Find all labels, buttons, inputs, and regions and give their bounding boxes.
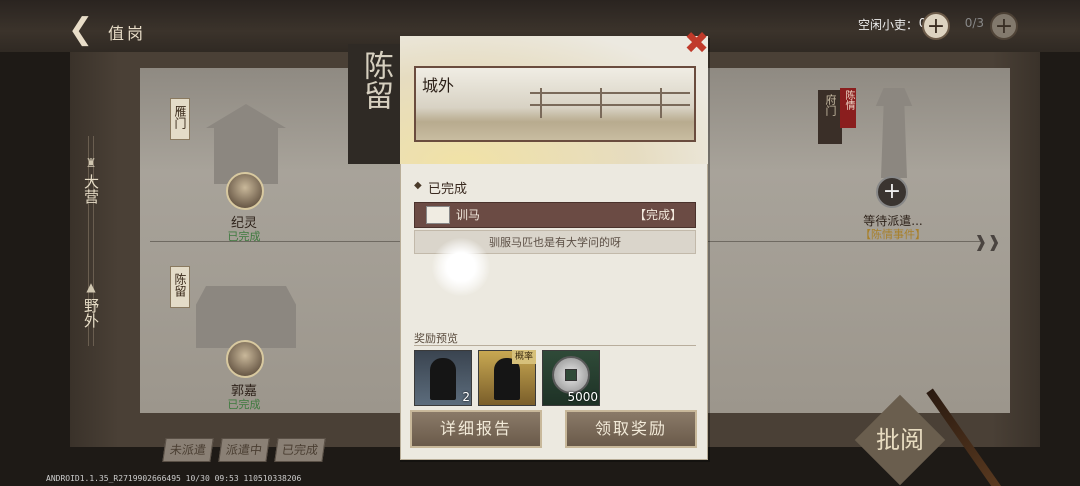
modal-city-label: 陈留 [358,50,393,110]
avatar[interactable] [226,340,264,378]
petition-tag: 陈情 [840,88,856,128]
scroll-icon [426,206,450,224]
fence-rail [530,92,690,94]
claim-reward-button[interactable]: 领取奖励 [565,410,697,448]
petition-tag-label: 陈情 [843,90,854,110]
approve-label: 批阅 [876,426,924,454]
modal-city-name: 陈留 [348,44,400,164]
touch-glow [432,238,490,296]
fence-post [600,88,602,118]
version-text: ANDROID1.1.35_R2719902666495 10/30 09:53… [46,474,302,483]
status-badge-2: 已完成 [227,398,261,411]
idle-clerk-count-2: 0/3 [964,16,984,30]
section-done: 已完成 [428,182,468,197]
filter-dispatching[interactable]: 派遣中 [218,438,270,462]
probability-tag: 概率 [512,350,536,364]
detail-report-button[interactable]: 详细报告 [410,410,542,448]
reward-count-3: 5000 [567,390,598,404]
city-tag-2: 陈留 [170,266,190,308]
reward-header: 奖励预览 [414,332,458,345]
filter-completed[interactable]: 已完成 [274,438,326,462]
task-name: 训马 [456,208,481,222]
city-tag-2-label: 陈留 [173,273,187,297]
filter-undispatched[interactable]: 未派遣 [162,438,214,462]
fence-post [660,88,662,118]
tab-field[interactable]: ▲ 野外 [76,276,106,328]
reward-count-1: 2 [462,390,470,404]
city-tag-3: 府门 [818,90,842,144]
castle-icon: ♜ [85,156,97,170]
tab-camp[interactable]: ♜ 大营 [76,152,106,204]
page-title: 值岗 [108,24,147,43]
mountain-icon: ▲ [86,280,96,294]
tab-camp-label: 大营 [82,174,100,204]
divider [414,345,696,346]
city-tag-1-label: 雁门 [173,105,187,129]
back-icon[interactable]: ❮ [68,14,102,48]
close-icon[interactable]: ✖ [684,29,714,60]
dispatch-button[interactable]: + [876,176,908,208]
gold-silhouette-icon [494,358,520,400]
scene-title: 城外 [422,76,455,95]
idle-clerk-label: 空闲小吏： [857,18,918,32]
fence-post [540,88,542,118]
field-building[interactable] [196,286,296,348]
coin-hole [565,369,577,381]
add-clerk-button[interactable]: + [922,12,950,40]
status-badge-1: 已完成 [227,230,261,243]
event-label: 【陈情事件】 [860,228,926,241]
city-tag-3-label: 府门 [824,94,837,116]
add-clerk-button-2[interactable]: + [990,12,1018,40]
city-tag-1: 雁门 [170,98,190,140]
diamond-icon: ◆ [414,180,422,191]
avatar[interactable] [226,172,264,210]
fence-rail [530,104,690,106]
task-status: 【完成】 [634,208,683,222]
chevron-right-icon[interactable]: ❱❱ [974,232,1001,251]
tab-field-label: 野外 [82,298,100,328]
